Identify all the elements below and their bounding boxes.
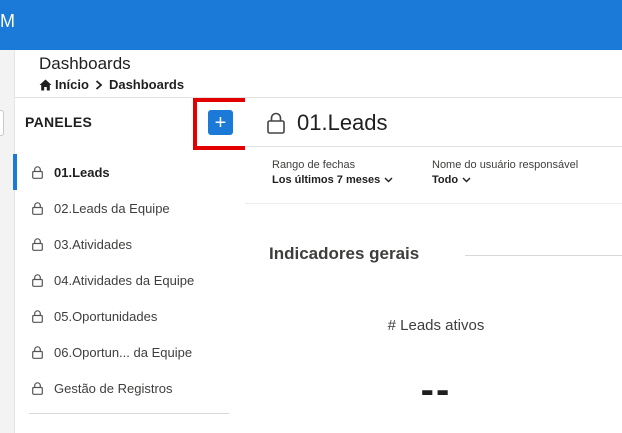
owner-filter[interactable]: Nome do usuário responsável Todo (432, 158, 578, 188)
lock-icon (32, 237, 43, 251)
collapsed-control[interactable] (0, 110, 4, 136)
page-header: Dashboards Início Dashboards (15, 50, 622, 98)
filter-label: Nome do usuário responsável (432, 159, 579, 171)
sidebar-item-label: 01.Leads (54, 164, 110, 180)
chevron-down-icon (462, 177, 471, 183)
filter-value: Los últimos 7 meses (272, 174, 381, 186)
date-range-dropdown[interactable]: Los últimos 7 meses (272, 172, 393, 188)
sidebar-title: PANELES (25, 114, 93, 130)
sidebar-item-01-leads[interactable]: 01.Leads (13, 154, 245, 190)
lock-icon (32, 201, 43, 215)
metric-label: # Leads ativos (387, 317, 485, 334)
dashboard-content: 01.Leads Rango de fechas Los últimos 7 m… (245, 98, 622, 433)
sidebar-item-label: 06.Oportun... da Equipe (54, 344, 193, 360)
lock-icon (32, 309, 43, 323)
panel-list: 01.Leads 02.Leads da Equipe 03.Atividade… (13, 154, 245, 406)
sidebar-item-label: 05.Oportunidades (54, 308, 158, 324)
filter-divider (245, 203, 622, 204)
section-title: Indicadores gerais (269, 244, 420, 263)
sidebar-item-label: 03.Atividades (54, 236, 133, 252)
sidebar-item-gestao-registros[interactable]: Gestão de Registros (15, 370, 245, 406)
sidebar-item-02-leads-equipe[interactable]: 02.Leads da Equipe (15, 190, 245, 226)
lock-icon (32, 273, 43, 287)
page-title: Dashboards (39, 54, 131, 73)
sidebar-item-03-atividades[interactable]: 03.Atividades (15, 226, 245, 262)
filter-label: Rango de fechas (272, 159, 356, 171)
breadcrumb-current: Dashboards (108, 77, 185, 92)
sidebar-divider (29, 413, 229, 414)
sidebar-item-label: Gestão de Registros (54, 380, 173, 396)
dashboard-title-row: 01.Leads (267, 110, 388, 136)
lock-icon (32, 345, 43, 359)
breadcrumb-home-link[interactable]: Início (55, 77, 89, 93)
metric-value: -- (420, 368, 452, 412)
app-title: M (0, 11, 15, 31)
dashboards-sidebar: PANELES + 01.Leads 02.Leads da Equipe 03… (13, 98, 253, 433)
chevron-down-icon (384, 177, 393, 183)
lock-icon (32, 381, 43, 395)
sidebar-item-label: 04.Atividades da Equipe (54, 272, 195, 288)
date-range-filter[interactable]: Rango de fechas Los últimos 7 meses (272, 158, 393, 188)
lock-icon (267, 112, 285, 134)
sidebar-item-06-oportunidades-equipe[interactable]: 06.Oportun... da Equipe (15, 334, 245, 370)
filter-value: Todo (432, 174, 459, 186)
left-utility-strip (0, 50, 15, 433)
sidebar-item-label: 02.Leads da Equipe (54, 200, 170, 216)
top-bar: M (0, 0, 622, 50)
dashboard-title: 01.Leads (297, 110, 388, 135)
add-panel-button[interactable]: + (208, 110, 233, 135)
owner-dropdown[interactable]: Todo (432, 172, 578, 188)
breadcrumb: Início Dashboards (39, 77, 184, 93)
section-divider (465, 255, 622, 256)
sidebar-item-04-atividades-equipe[interactable]: 04.Atividades da Equipe (15, 262, 245, 298)
chevron-right-icon (95, 80, 103, 90)
home-icon (39, 79, 52, 91)
lock-icon (32, 165, 43, 179)
sidebar-item-05-oportunidades[interactable]: 05.Oportunidades (15, 298, 245, 334)
title-divider (245, 146, 622, 147)
